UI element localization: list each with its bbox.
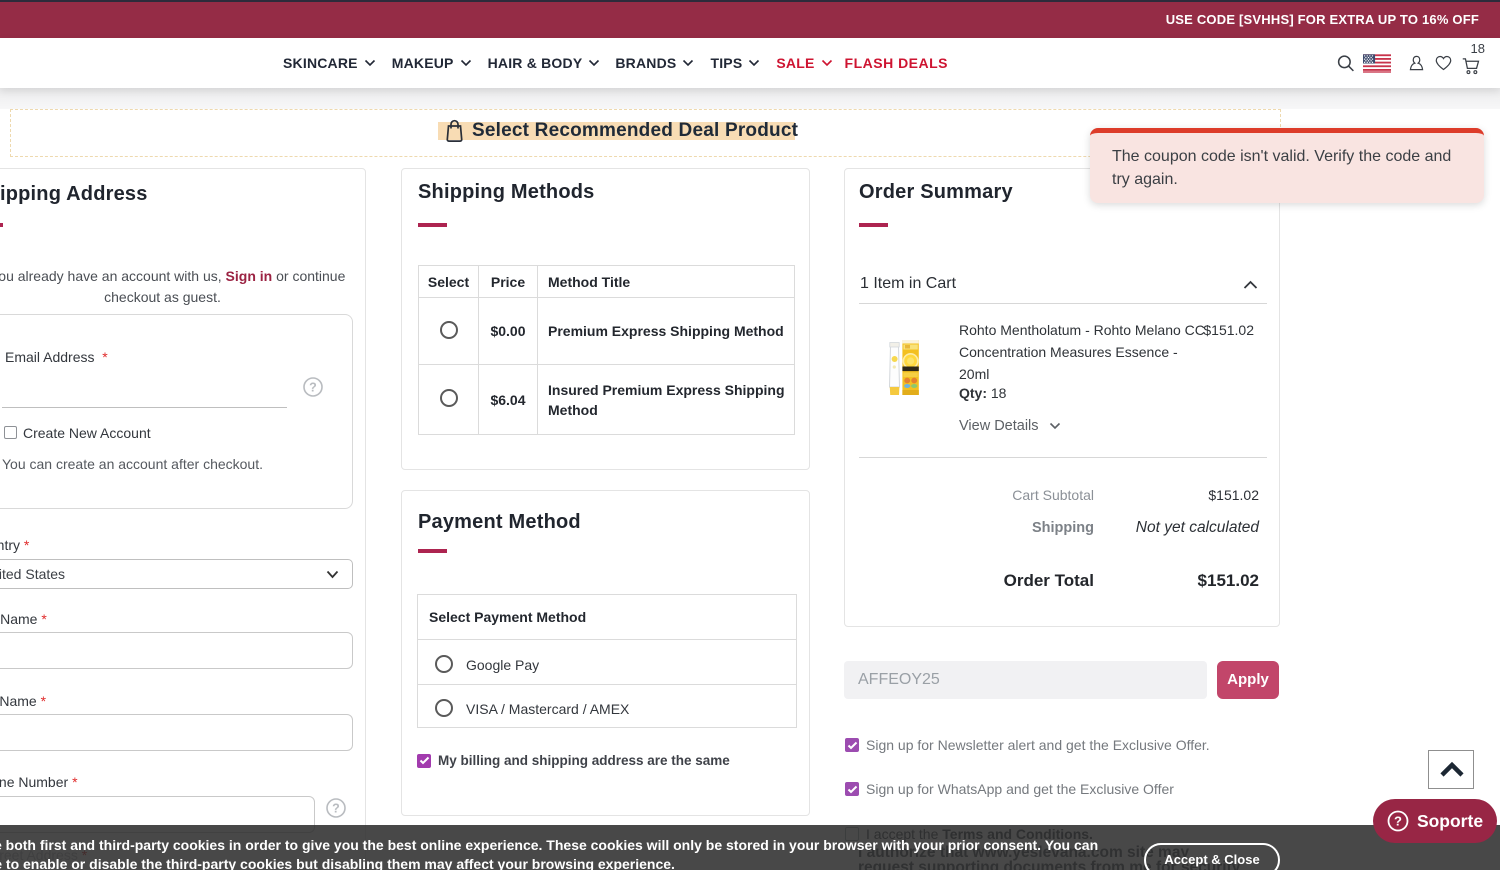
svg-text:?: ? <box>332 802 340 816</box>
svg-text:?: ? <box>1394 814 1402 829</box>
svg-text:?: ? <box>309 381 317 395</box>
